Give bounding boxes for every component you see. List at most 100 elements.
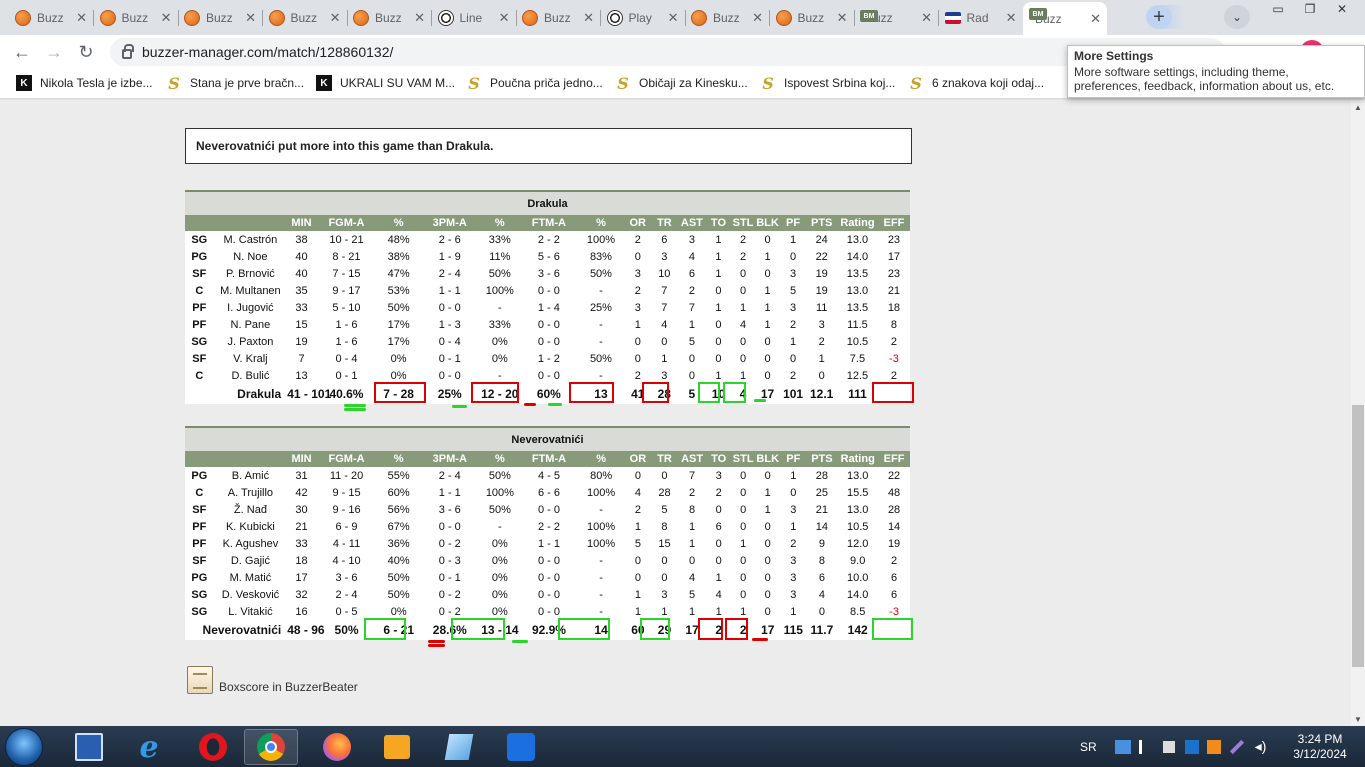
tray-pen-icon[interactable] (1229, 739, 1244, 754)
tray-network-icon[interactable] (1138, 739, 1153, 754)
player-name-cell[interactable]: Ž. Nađ (214, 501, 288, 518)
reload-icon[interactable]: ↻ (74, 40, 98, 64)
player-name-cell[interactable]: J. Paxton (214, 333, 288, 350)
taskbar-media-player-icon[interactable] (370, 729, 424, 765)
bookmark-item[interactable]: K UKRALI SU VAM M... (316, 75, 455, 91)
bookmark-item[interactable]: S Stana je prve bračn... (166, 74, 304, 93)
tray-icon[interactable] (1162, 740, 1175, 753)
minimize-icon[interactable]: ▭ (1262, 0, 1294, 18)
player-name-cell[interactable]: K. Agushev (214, 535, 288, 552)
taskbar-firefox-icon[interactable] (310, 729, 364, 765)
close-tab-icon[interactable]: ✕ (583, 10, 594, 26)
browser-tab[interactable]: BM Buzz ✕ (1023, 2, 1107, 35)
taskbar-app-icon[interactable] (494, 729, 548, 765)
close-tab-icon[interactable]: ✕ (921, 10, 932, 26)
player-name-cell[interactable]: P. Brnović (214, 265, 288, 282)
close-tab-icon[interactable]: ✕ (76, 10, 87, 26)
browser-tab[interactable]: Rad ✕ (939, 4, 1023, 31)
player-name-cell[interactable]: N. Noe (214, 248, 288, 265)
browser-tab[interactable]: Play ✕ (601, 4, 685, 31)
player-name-cell[interactable]: K. Kubicki (214, 518, 288, 535)
player-name-cell[interactable]: B. Amić (214, 467, 288, 484)
close-tab-icon[interactable]: ✕ (668, 10, 679, 26)
column-header: TR (651, 451, 678, 467)
browser-tab[interactable]: Line ✕ (432, 4, 516, 31)
taskbar-opera-icon[interactable] (186, 729, 240, 765)
start-button[interactable] (5, 728, 43, 766)
clock[interactable]: 3:24 PM 3/12/2024 (1284, 732, 1356, 762)
taskbar-chrome-icon[interactable] (244, 729, 298, 765)
close-tab-icon[interactable]: ✕ (499, 10, 510, 26)
browser-tab[interactable]: Buzz ✕ (263, 4, 347, 31)
player-name-cell[interactable]: M. Matić (214, 569, 288, 586)
stat-cell: 0 - 1 (335, 369, 358, 382)
browser-tab[interactable]: Buzz ✕ (94, 4, 178, 31)
url-text[interactable]: buzzer-manager.com/match/128860132/ (142, 44, 393, 60)
bookmark-item[interactable]: S Poučna priča jedno... (466, 74, 603, 93)
bookmark-item[interactable]: S 6 znakova koji odaj... (908, 74, 1044, 93)
forward-arrow-icon[interactable]: → (42, 40, 66, 64)
scroll-down-arrow-icon[interactable]: ▼ (1351, 712, 1365, 726)
stat-cell: 0 (764, 267, 771, 280)
player-name-cell[interactable]: N. Pane (214, 316, 288, 333)
language-indicator[interactable]: SR (1080, 740, 1097, 754)
close-tab-icon[interactable]: ✕ (837, 10, 848, 26)
close-tab-icon[interactable]: ✕ (1006, 10, 1017, 26)
player-name-cell[interactable]: L. Vitakić (214, 603, 288, 620)
close-tab-icon[interactable]: ✕ (752, 10, 763, 26)
close-tab-icon[interactable]: ✕ (1090, 11, 1101, 27)
browser-tab[interactable]: Buzz ✕ (685, 4, 769, 31)
player-name-cell[interactable]: I. Jugović (214, 299, 288, 316)
bookmark-item[interactable]: S Običaji za Kinesku... (615, 74, 748, 93)
bookmark-item[interactable]: S Ispovest Srbina koj... (760, 74, 895, 93)
annotation-underline-red (428, 640, 445, 643)
browser-tab[interactable]: Buzz ✕ (770, 4, 854, 31)
browser-tab[interactable]: Buzz ✕ (178, 4, 262, 31)
boxscore-neverovatnici: Neverovatnići MIN FGM-A% 3PM-A% FTM-A% OR TR AS… (185, 426, 910, 640)
stat-cell: 0 (764, 605, 771, 618)
taskbar-notes-icon[interactable] (432, 729, 486, 765)
tray-apps-icon[interactable] (1114, 739, 1131, 754)
browser-tab[interactable]: BM Buzz ✕ (854, 4, 938, 31)
stat-cell: 1 - 1 (537, 537, 560, 550)
tab-search-chevron-icon[interactable]: ⌄ (1224, 5, 1250, 29)
annotation-underline-green (548, 403, 562, 406)
boxscore-link-text[interactable]: Boxscore in BuzzerBeater (219, 680, 358, 694)
new-tab-button[interactable]: + (1146, 5, 1172, 29)
browser-tab[interactable]: Buzz ✕ (9, 4, 93, 31)
column-header: FTM-A (520, 451, 578, 467)
scroll-up-arrow-icon[interactable]: ▲ (1351, 100, 1365, 114)
player-name-cell[interactable]: V. Kralj (214, 350, 288, 367)
volume-icon[interactable]: ◂) (1255, 738, 1267, 755)
back-arrow-icon[interactable]: ← (10, 40, 34, 64)
close-tab-icon[interactable]: ✕ (330, 10, 341, 26)
close-tab-icon[interactable]: ✕ (414, 10, 425, 26)
boxscore-link[interactable]: Boxscore in BuzzerBeater (187, 666, 358, 694)
stat-cell: 4 - 10 (332, 554, 361, 567)
close-tab-icon[interactable]: ✕ (245, 10, 256, 26)
player-name-cell[interactable]: M. Multanen (214, 282, 288, 299)
address-bar[interactable]: buzzer-manager.com/match/128860132/ (110, 38, 1225, 66)
tooltip-title: More Settings (1074, 49, 1154, 63)
taskbar-save-icon[interactable] (62, 729, 116, 765)
restore-icon[interactable]: ❐ (1294, 0, 1326, 18)
taskbar-ie-icon[interactable]: e (122, 729, 176, 765)
player-name-cell[interactable]: D. Bulić (214, 367, 288, 384)
browser-tab[interactable]: Buzz ✕ (347, 4, 431, 31)
scrollbar-thumb[interactable] (1352, 405, 1364, 667)
player-name-cell[interactable]: D. Gajić (214, 552, 288, 569)
browser-tab[interactable]: Buzz ✕ (516, 4, 600, 31)
tray-outlook-icon[interactable] (1184, 739, 1199, 754)
close-tab-icon[interactable]: ✕ (161, 10, 172, 26)
stat-cell: 3 (818, 318, 825, 331)
column-header: 3PM-A (420, 451, 480, 467)
player-name-cell[interactable]: D. Vesković (214, 586, 288, 603)
soccer-ball-icon (606, 9, 623, 26)
player-name-cell[interactable]: M. Castrón (214, 231, 288, 248)
bookmark-label: Običaji za Kinesku... (639, 76, 748, 90)
close-window-icon[interactable]: ✕ (1326, 0, 1358, 18)
tray-tools-icon[interactable] (1206, 739, 1221, 754)
player-name-cell[interactable]: A. Trujillo (214, 484, 288, 501)
stat-cell: 2 (890, 335, 897, 348)
bookmark-item[interactable]: K Nikola Tesla je izbe... (16, 75, 153, 91)
